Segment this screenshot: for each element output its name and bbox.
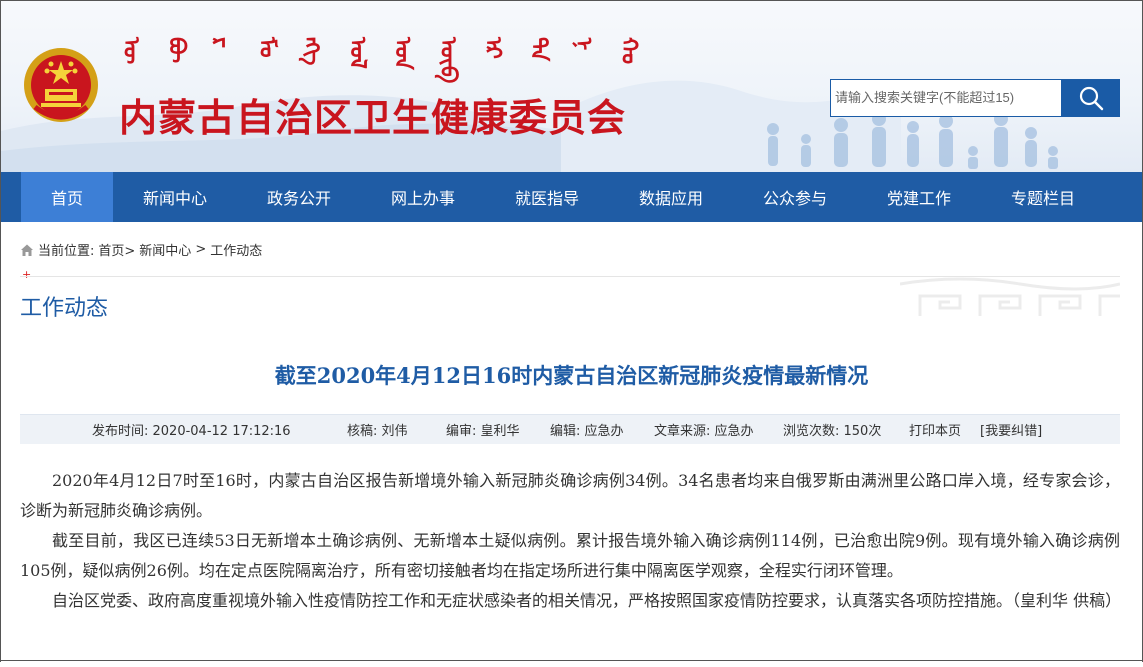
nav-item-online-services[interactable]: 网上办事 — [361, 172, 485, 222]
article-body: 2020年4月12日7时至16时，内蒙古自治区报告新增境外输入新冠肺炎确诊病例3… — [20, 466, 1122, 616]
site-header: ᠦ ᠪᠥ ᠷ ᠮᠣ ᠩᠭ ᠤᠯ ᠤᠨ ᠥᠪ ᠡᠷ ᠲᠡ ᠨ ᠬᠣ 内蒙古自治区卫… — [0, 0, 1143, 172]
nav-item-public-participation[interactable]: 公众参与 — [733, 172, 857, 222]
article-paragraph: 截至目前，我区已连续53日无新增本土确诊病例、无新增本土疑似病例。累计报告境外输… — [20, 531, 1120, 580]
breadcrumb-current-link[interactable]: 工作动态 — [210, 240, 262, 259]
mongol-word: ᠤᠨ — [389, 37, 415, 70]
nav-item-government-affairs[interactable]: 政务公开 — [237, 172, 361, 222]
nav-item-data-apps[interactable]: 数据应用 — [609, 172, 733, 222]
mongol-word: ᠲᠡ — [525, 37, 551, 62]
frame-border — [0, 660, 1143, 661]
mongol-word: ᠦ — [118, 37, 143, 65]
decorative-pattern-icon — [900, 277, 1120, 316]
mongol-word: ᠨ — [570, 37, 596, 51]
site-title: 内蒙古自治区卫生健康委员会 — [119, 96, 627, 140]
search-input[interactable]: 请输入搜索关键字(不能超过15) — [830, 79, 1061, 117]
mongol-word: ᠥᠪ — [434, 37, 460, 84]
article-paragraph: 2020年4月12日7时至16时，内蒙古自治区报告新增境外输入新冠肺炎确诊病例3… — [20, 471, 1120, 520]
editor: 编辑: 应急办 — [550, 424, 624, 439]
mongol-word: ᠬᠣ — [615, 37, 641, 65]
mongolian-title: ᠦ ᠪᠥ ᠷ ᠮᠣ ᠩᠭ ᠤᠯ ᠤᠨ ᠥᠪ ᠡᠷ ᠲᠡ ᠨ ᠬᠣ — [118, 37, 641, 87]
reviewer: 核稿: 刘伟 — [347, 424, 408, 439]
breadcrumb-home-link[interactable]: 首页> — [98, 240, 135, 259]
print-page-link[interactable]: 打印本页 — [909, 420, 961, 439]
mongol-word: ᠪᠥ — [163, 37, 189, 64]
mongol-word: ᠮᠣ — [253, 37, 279, 58]
home-icon — [21, 244, 33, 256]
breadcrumb-news-link[interactable]: 新闻中心 — [139, 240, 191, 259]
view-count: 浏览次数: 150次 — [783, 424, 882, 439]
main-nav: 首页 新闻中心 政务公开 网上办事 就医指导 数据应用 公众参与 党建工作 专题… — [0, 172, 1143, 222]
national-emblem-icon — [24, 48, 98, 122]
frame-border — [0, 222, 1, 662]
nav-item-home[interactable]: 首页 — [21, 172, 113, 222]
mongol-word: ᠡᠷ — [480, 37, 506, 59]
nav-item-party-building[interactable]: 党建工作 — [857, 172, 981, 222]
nav-item-special-topics[interactable]: 专题栏目 — [981, 172, 1105, 222]
publish-time: 发布时间: 2020-04-12 17:12:16 — [92, 424, 291, 439]
article-source: 文章来源: 应急办 — [654, 424, 754, 439]
report-error-link[interactable]: [我要纠错] — [980, 420, 1042, 439]
section-marker: + — [22, 268, 32, 281]
article-meta-bar: 发布时间: 2020-04-12 17:12:16 核稿: 刘伟 编审: 皇利华… — [20, 414, 1120, 444]
nav-item-news[interactable]: 新闻中心 — [113, 172, 237, 222]
article-title: 截至2020年4月12日16时内蒙古自治区新冠肺炎疫情最新情况 — [274, 363, 869, 388]
breadcrumb: 当前位置: 首页> 新闻中心 > 工作动态 — [20, 240, 262, 259]
mongol-word: ᠩᠭ — [299, 37, 325, 66]
section-title: 工作动态 — [20, 296, 109, 321]
mongol-word: ᠤᠯ — [344, 37, 370, 69]
breadcrumb-prefix: 当前位置: — [38, 244, 95, 259]
mongol-word: ᠷ — [208, 37, 234, 48]
chief-editor: 编审: 皇利华 — [446, 424, 520, 439]
breadcrumb-separator: > — [195, 242, 207, 257]
nav-item-medical-guide[interactable]: 就医指导 — [485, 172, 609, 222]
article-paragraph: 自治区党委、政府高度重视境外输入性疫情防控工作和无症状感染者的相关情况，严格按照… — [52, 591, 1122, 610]
search-icon — [1079, 86, 1103, 111]
search-button[interactable] — [1061, 79, 1120, 117]
